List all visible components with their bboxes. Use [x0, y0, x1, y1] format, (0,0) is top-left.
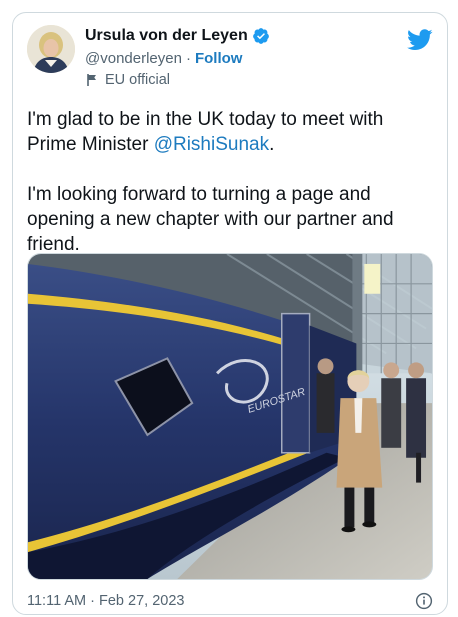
avatar[interactable] — [27, 25, 75, 73]
label-text: EU official — [105, 72, 171, 88]
affiliation-label: EU official — [85, 72, 170, 88]
tweet-text-part: . — [269, 134, 275, 155]
flag-icon — [87, 74, 96, 86]
photo-train-platform: EUROSTAR — [28, 254, 432, 579]
follow-button[interactable]: Follow — [195, 50, 243, 67]
handle[interactable]: @vonderleyen — [85, 50, 182, 67]
timestamp-link[interactable]: 11:11 AM · Feb 27, 2023 — [27, 593, 184, 609]
tweet-card[interactable]: Ursula von der Leyen @vonderleyen · Foll… — [12, 12, 448, 615]
avatar-image — [27, 25, 75, 73]
separator-dot: · — [185, 50, 191, 67]
tweet-paragraph-1: I'm glad to be in the UK today to meet w… — [27, 107, 431, 157]
twitter-bird-icon[interactable] — [407, 29, 433, 51]
tweet-photo[interactable]: EUROSTAR — [27, 253, 433, 580]
tweet-paragraph-2: I'm looking forward to turning a page an… — [27, 184, 394, 255]
mention-link[interactable]: @RishiSunak — [154, 134, 269, 155]
display-name[interactable]: Ursula von der Leyen — [85, 27, 248, 45]
verified-badge-icon — [252, 28, 269, 44]
info-icon[interactable] — [415, 592, 433, 610]
